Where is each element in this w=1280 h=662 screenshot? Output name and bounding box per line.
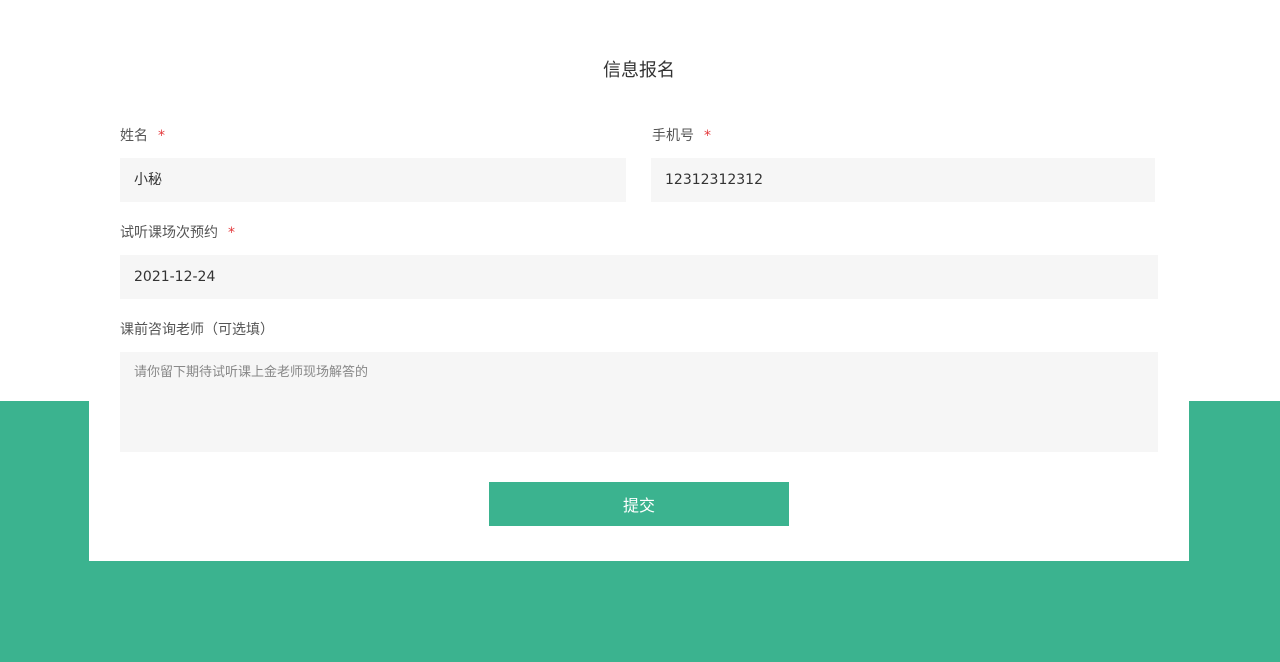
session-date-input[interactable]	[120, 255, 1158, 299]
phone-field-label: 手机号 *	[652, 126, 711, 146]
name-label-text: 姓名	[120, 128, 148, 144]
registration-form-card: 信息报名 姓名 * 手机号 * 试听课场次预约 * 课前咨询老师（可选填） 提交	[89, 0, 1189, 561]
name-required-mark: *	[158, 128, 165, 144]
form-title: 信息报名	[603, 60, 675, 81]
name-input[interactable]	[120, 158, 626, 202]
session-required-mark: *	[228, 225, 235, 241]
session-field-label: 试听课场次预约 *	[120, 223, 235, 243]
name-field-label: 姓名 *	[120, 126, 165, 146]
question-label-text: 课前咨询老师（可选填）	[120, 322, 274, 338]
question-field-label: 课前咨询老师（可选填）	[120, 320, 274, 340]
session-label-text: 试听课场次预约	[120, 225, 218, 241]
phone-required-mark: *	[704, 128, 711, 144]
submit-button[interactable]: 提交	[489, 482, 789, 526]
phone-label-text: 手机号	[652, 128, 694, 144]
phone-input[interactable]	[651, 158, 1155, 202]
question-textarea[interactable]	[120, 352, 1158, 452]
